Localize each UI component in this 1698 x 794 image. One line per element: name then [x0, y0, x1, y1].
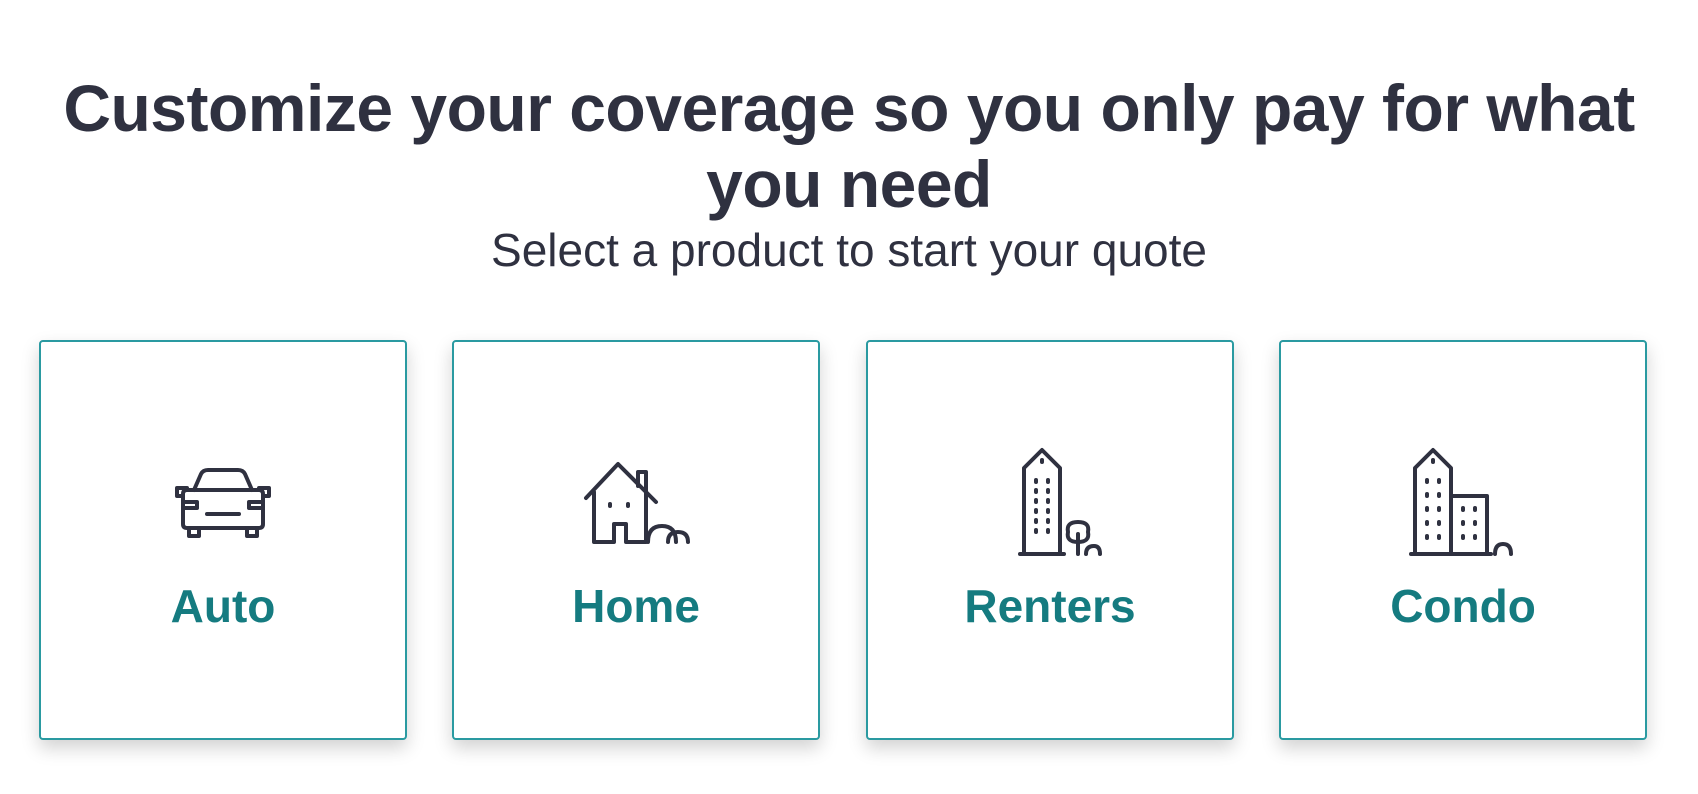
house-icon: [576, 446, 696, 556]
product-label-renters: Renters: [964, 580, 1136, 632]
product-label-condo: Condo: [1390, 580, 1536, 632]
product-label-auto: Auto: [170, 580, 276, 632]
product-card-condo[interactable]: Condo: [1279, 340, 1647, 740]
product-card-home[interactable]: Home: [452, 340, 820, 740]
product-label-home: Home: [572, 580, 700, 632]
page-title: Customize your coverage so you only pay …: [63, 71, 1635, 222]
product-card-auto[interactable]: Auto: [39, 340, 407, 740]
car-icon: [163, 446, 283, 556]
product-card-renters[interactable]: Renters: [866, 340, 1234, 740]
apartment-building-icon: [990, 446, 1110, 556]
page-subtitle: Select a product to start your quote: [491, 224, 1207, 276]
condo-buildings-icon: [1403, 446, 1523, 556]
product-card-list: Auto Home Renters Condo: [39, 340, 1659, 742]
